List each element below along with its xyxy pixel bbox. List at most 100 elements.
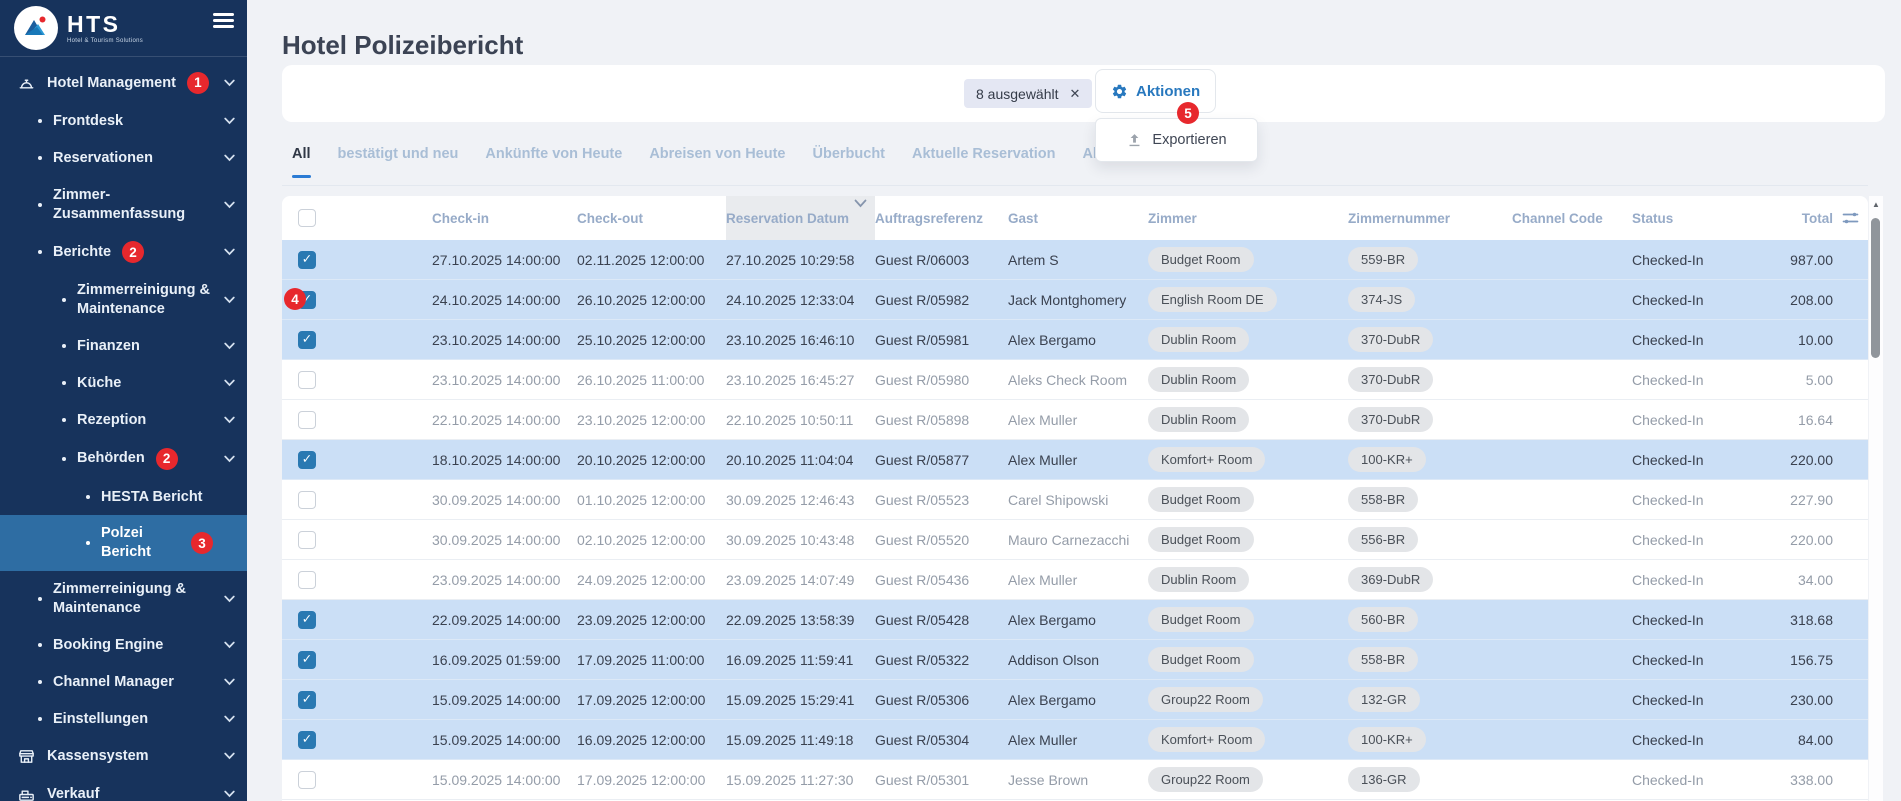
cell-checkin: 22.10.2025 14:00:00 [432, 412, 577, 428]
actions-button[interactable]: Aktionen [1095, 69, 1216, 113]
cell-checkin: 16.09.2025 01:59:00 [432, 652, 577, 668]
table-row[interactable]: 15.09.2025 14:00:00 16.09.2025 12:00:00 … [282, 720, 1868, 760]
col-header-zimmernummer[interactable]: Zimmernummer [1348, 211, 1512, 226]
table-row[interactable]: 27.10.2025 14:00:00 02.11.2025 12:00:00 … [282, 240, 1868, 280]
col-header-reservation-datum[interactable]: Reservation Datum [726, 196, 875, 240]
sidebar-item[interactable]: Polzei Bericht 3 [0, 515, 247, 571]
row-checkbox[interactable] [298, 411, 316, 429]
table-scrollbar[interactable]: ▲ [1869, 196, 1883, 801]
selected-count-chip[interactable]: 8 ausgewählt ✕ [964, 79, 1092, 108]
table-row[interactable]: 24.10.2025 14:00:00 26.10.2025 12:00:00 … [282, 280, 1868, 320]
table-row[interactable]: 22.09.2025 14:00:00 23.09.2025 12:00:00 … [282, 600, 1868, 640]
annotation-badge: 2 [122, 241, 144, 263]
sidebar-item[interactable]: Reservationen [0, 140, 247, 177]
row-checkbox[interactable] [298, 651, 316, 669]
col-header-zimmer[interactable]: Zimmer [1148, 211, 1348, 226]
cell-checkin: 15.09.2025 14:00:00 [432, 692, 577, 708]
row-checkbox[interactable] [298, 531, 316, 549]
scrollbar-thumb[interactable] [1871, 218, 1880, 358]
row-checkbox[interactable] [298, 771, 316, 789]
sidebar-item-label: Hotel Management [47, 74, 176, 93]
table-row[interactable]: 30.09.2025 14:00:00 02.10.2025 12:00:00 … [282, 520, 1868, 560]
cell-checkout: 17.09.2025 12:00:00 [577, 772, 726, 788]
table-row[interactable]: 30.09.2025 14:00:00 01.10.2025 12:00:00 … [282, 480, 1868, 520]
col-header-gast[interactable]: Gast [1008, 211, 1148, 226]
sidebar-item-label: Behörden [77, 449, 145, 468]
sidebar-item-label: HESTA Bericht [101, 488, 203, 507]
table-row[interactable]: 16.09.2025 01:59:00 17.09.2025 11:00:00 … [282, 640, 1868, 680]
filter-tab[interactable]: Abreisen von Heute [649, 122, 785, 185]
sidebar-item[interactable]: Zimmerreinigung & Maintenance [0, 272, 247, 328]
row-checkbox[interactable] [298, 611, 316, 629]
room-type-pill: English Room DE [1148, 287, 1277, 312]
room-type-pill: Budget Room [1148, 527, 1254, 552]
filter-tab[interactable]: bestätigt und neu [338, 122, 459, 185]
filter-tab[interactable]: Ankünfte von Heute [485, 122, 622, 185]
col-header-status[interactable]: Status [1632, 211, 1742, 226]
table-row[interactable]: 15.09.2025 14:00:00 17.09.2025 12:00:00 … [282, 680, 1868, 720]
export-menu-item[interactable]: Exportieren [1095, 118, 1258, 162]
filter-tab[interactable]: Aktuelle Reservation [912, 122, 1055, 185]
col-header-channel-code[interactable]: Channel Code [1512, 211, 1632, 226]
table-row[interactable]: 18.10.2025 14:00:00 20.10.2025 12:00:00 … [282, 440, 1868, 480]
select-all-checkbox[interactable] [298, 209, 316, 227]
sidebar-item[interactable]: Küche [0, 365, 247, 402]
table-row[interactable]: 15.09.2025 14:00:00 17.09.2025 12:00:00 … [282, 760, 1868, 800]
sidebar-item[interactable]: Zimmer-Zusammenfassung [0, 177, 247, 233]
col-header-checkin[interactable]: Check-in [432, 211, 577, 226]
bullet-icon [38, 680, 42, 684]
sidebar-item[interactable]: Hotel Management 1 [0, 63, 247, 103]
sidebar-logo-row: HTS Hotel & Tourism Solutions [0, 0, 247, 57]
sidebar-item[interactable]: Rezeption [0, 402, 247, 439]
sidebar-item[interactable]: Einstellungen [0, 701, 247, 738]
sidebar-item[interactable]: HESTA Bericht [0, 479, 247, 516]
sidebar-item[interactable]: Berichte 2 [0, 232, 247, 272]
col-header-checkout[interactable]: Check-out [577, 211, 726, 226]
sidebar-item[interactable]: Frontdesk [0, 103, 247, 140]
row-checkbox[interactable] [298, 731, 316, 749]
row-checkbox[interactable] [298, 571, 316, 589]
cell-checkin: 22.09.2025 14:00:00 [432, 612, 577, 628]
room-number-pill: 100-KR+ [1348, 447, 1426, 472]
row-checkbox[interactable] [298, 451, 316, 469]
cell-total: 220.00 [1742, 532, 1868, 548]
clear-selection-icon[interactable]: ✕ [1070, 86, 1081, 102]
table-row[interactable]: 22.10.2025 14:00:00 23.10.2025 12:00:00 … [282, 400, 1868, 440]
table-row[interactable]: 23.10.2025 14:00:00 26.10.2025 11:00:00 … [282, 360, 1868, 400]
bullet-icon [38, 250, 42, 254]
cell-checkin: 23.10.2025 14:00:00 [432, 332, 577, 348]
cell-gast: Alex Muller [1008, 412, 1148, 428]
row-checkbox[interactable] [298, 331, 316, 349]
table-row[interactable]: 23.09.2025 14:00:00 24.09.2025 12:00:00 … [282, 560, 1868, 600]
scrollbar-up-icon[interactable]: ▲ [1869, 196, 1883, 209]
table-row[interactable]: 23.10.2025 14:00:00 25.10.2025 12:00:00 … [282, 320, 1868, 360]
filter-tab[interactable]: Überbucht [813, 122, 886, 185]
cell-auftragsreferenz: Guest R/05523 [875, 492, 1008, 508]
sidebar-item[interactable]: Behörden 2 [0, 439, 247, 479]
filter-tab[interactable]: All [292, 122, 311, 185]
sidebar-item[interactable]: Verkauf [0, 775, 247, 801]
sidebar-item[interactable]: Channel Manager [0, 664, 247, 701]
column-settings-icon[interactable] [1842, 210, 1859, 226]
room-type-pill: Group22 Room [1148, 687, 1263, 712]
sidebar-item[interactable]: Finanzen [0, 328, 247, 365]
sidebar-item[interactable]: Booking Engine [0, 627, 247, 664]
sidebar-item[interactable]: Kassensystem [0, 737, 247, 775]
cell-checkout: 20.10.2025 12:00:00 [577, 452, 726, 468]
cell-reservation-datum: 22.09.2025 13:58:39 [726, 612, 875, 628]
menu-toggle-icon[interactable] [213, 13, 234, 32]
row-checkbox[interactable] [298, 251, 316, 269]
sidebar-item[interactable]: Zimmerreinigung & Maintenance [0, 571, 247, 627]
room-type-pill: Budget Room [1148, 647, 1254, 672]
cell-reservation-datum: 15.09.2025 15:29:41 [726, 692, 875, 708]
col-header-auftragsreferenz[interactable]: Auftragsreferenz [875, 211, 1008, 226]
bullet-icon [62, 298, 66, 302]
sidebar-item-label: Booking Engine [53, 636, 163, 655]
cell-total: 10.00 [1742, 332, 1868, 348]
row-checkbox[interactable] [298, 371, 316, 389]
filter-tab-label: Ankünfte von Heute [485, 146, 622, 162]
row-checkbox[interactable] [298, 691, 316, 709]
cell-reservation-datum: 27.10.2025 10:29:58 [726, 252, 875, 268]
bullet-icon [62, 344, 66, 348]
row-checkbox[interactable] [298, 491, 316, 509]
